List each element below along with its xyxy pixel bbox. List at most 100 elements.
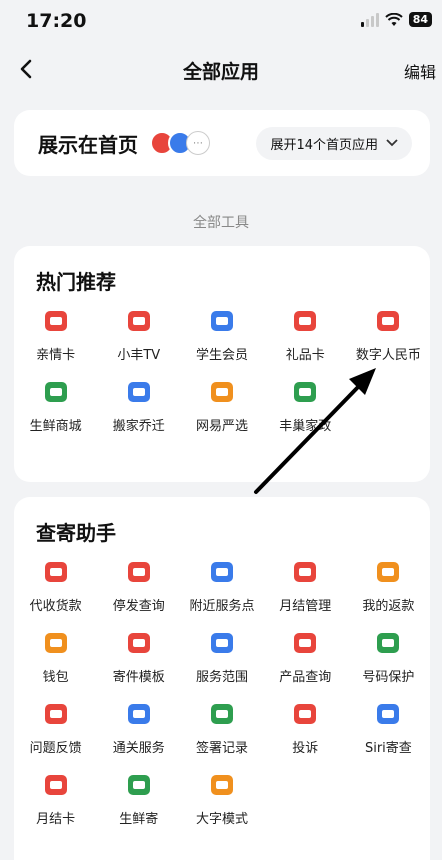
edit-button[interactable]: 编辑: [404, 59, 436, 83]
app-tile[interactable]: 问题反馈: [14, 699, 97, 756]
nearby-store-icon: [207, 557, 237, 587]
app-tile-label: 停发查询: [112, 599, 165, 614]
app-tile[interactable]: 附近服务点: [180, 557, 263, 614]
shopping-bag-icon: [207, 377, 237, 407]
app-tile-label: 生鲜寄: [119, 812, 159, 827]
digital-yuan-icon: [373, 306, 403, 336]
app-tile-label: 搬家乔迁: [112, 419, 165, 434]
hot-recommend-grid: 亲情卡 小丰TV 学生会员 礼品卡 数字人民币生鲜商城 搬家乔迁 网易严选 丰巢家政: [14, 306, 430, 434]
app-tile[interactable]: 我的返款: [347, 557, 430, 614]
homepage-app-preview: ⋯: [150, 131, 210, 155]
app-tile[interactable]: 通关服务: [97, 699, 180, 756]
expand-label: 展开14个首页应用: [270, 137, 378, 153]
fresh-send-icon: [124, 770, 154, 800]
card-icon: [41, 306, 71, 336]
app-tile-label: 产品查询: [279, 670, 332, 685]
delivery-helper-card: 查寄助手 代收货款 停发查询 附近服务点 月结管理 我的返款钱包 寄件模板 服务范围 产品查询…: [14, 497, 430, 860]
housekeeping-icon: [290, 377, 320, 407]
monthly-card-icon: [41, 770, 71, 800]
app-tile-label: 月结卡: [36, 812, 76, 827]
app-tile-label: 服务范围: [195, 670, 248, 685]
fresh-basket-icon: [41, 377, 71, 407]
hot-recommend-card: 热门推荐 亲情卡 小丰TV 学生会员 礼品卡 数字人民币生鲜商城 搬家乔迁 网易严选 丰巢家政: [14, 246, 430, 482]
complaint-icon: [290, 699, 320, 729]
shield-icon: [373, 628, 403, 658]
app-tile-label: 我的返款: [362, 599, 415, 614]
moving-truck-icon: [124, 377, 154, 407]
template-icon: [124, 628, 154, 658]
app-tile-label: 签署记录: [195, 741, 248, 756]
app-tile[interactable]: 月结管理: [264, 557, 347, 614]
app-tile[interactable]: 亲情卡: [14, 306, 97, 363]
app-tile[interactable]: 服务范围: [180, 628, 263, 685]
chevron-down-icon: [386, 139, 398, 147]
app-tile[interactable]: 寄件模板: [97, 628, 180, 685]
page-title: 全部应用: [182, 61, 259, 83]
delivery-helper-title: 查寄助手: [36, 521, 116, 545]
large-font-icon: [207, 770, 237, 800]
app-tile[interactable]: 学生会员: [180, 306, 263, 363]
app-tile[interactable]: 停发查询: [97, 557, 180, 614]
app-tile-label: 生鲜商城: [29, 419, 82, 434]
app-tile-label: 数字人民币: [355, 348, 421, 363]
app-tile-label: Siri寄查: [364, 741, 412, 756]
app-tile[interactable]: 产品查询: [264, 628, 347, 685]
app-tile-label: 小丰TV: [117, 348, 161, 363]
app-tile[interactable]: 生鲜寄: [97, 770, 180, 827]
app-tile[interactable]: 号码保护: [347, 628, 430, 685]
calendar-icon: [290, 557, 320, 587]
app-tile-label: 网易严选: [195, 419, 248, 434]
status-icons: 84: [360, 12, 432, 27]
app-tile-label: 代收货款: [29, 599, 82, 614]
app-tile-label: 问题反馈: [29, 741, 82, 756]
status-bar: 17:20 84: [0, 0, 442, 44]
sign-record-icon: [207, 699, 237, 729]
homepage-title: 展示在首页: [38, 132, 138, 157]
status-time: 17:20: [26, 10, 87, 32]
navigation-bar: 全部应用 编辑: [0, 44, 442, 94]
app-tile[interactable]: 月结卡: [14, 770, 97, 827]
feedback-icon: [41, 699, 71, 729]
expand-homepage-apps-button[interactable]: 展开14个首页应用: [256, 126, 412, 160]
app-tile[interactable]: 礼品卡: [264, 306, 347, 363]
app-tile[interactable]: 丰巢家政: [264, 377, 347, 434]
signal-icon: [360, 12, 379, 27]
app-tile-label: 月结管理: [279, 599, 332, 614]
app-tile-label: 学生会员: [195, 348, 248, 363]
app-tile-label: 礼品卡: [285, 348, 325, 363]
wifi-icon: [384, 12, 403, 26]
app-tile[interactable]: 大字模式: [180, 770, 263, 827]
microphone-icon: [373, 699, 403, 729]
app-tile[interactable]: 小丰TV: [97, 306, 180, 363]
app-tile[interactable]: Siri寄查: [347, 699, 430, 756]
app-tile-label: 寄件模板: [112, 670, 165, 685]
app-tile-label: 号码保护: [362, 670, 415, 685]
app-tile[interactable]: 投诉: [264, 699, 347, 756]
hot-recommend-title: 热门推荐: [36, 270, 116, 294]
app-tile-label: 大字模式: [195, 812, 248, 827]
app-tile[interactable]: 网易严选: [180, 377, 263, 434]
refund-icon: [373, 557, 403, 587]
app-tile[interactable]: 数字人民币: [347, 306, 430, 363]
coverage-icon: [207, 628, 237, 658]
graduation-cap-icon: [207, 306, 237, 336]
wallet-icon: [41, 628, 71, 658]
app-tile[interactable]: 签署记录: [180, 699, 263, 756]
app-tile[interactable]: 钱包: [14, 628, 97, 685]
all-tools-label: 全部工具: [193, 215, 249, 231]
app-tile[interactable]: 生鲜商城: [14, 377, 97, 434]
more-dots-icon: ⋯: [186, 131, 210, 155]
app-tile-label: 通关服务: [112, 741, 165, 756]
suspend-query-icon: [124, 557, 154, 587]
delivery-helper-grid: 代收货款 停发查询 附近服务点 月结管理 我的返款钱包 寄件模板 服务范围 产品查询 号码保护问…: [14, 557, 430, 827]
app-tile-label: 投诉: [292, 741, 319, 756]
gift-card-icon: [290, 306, 320, 336]
app-tile-label: 附近服务点: [189, 599, 255, 614]
app-tile-label: 亲情卡: [36, 348, 76, 363]
tv-icon: [124, 306, 154, 336]
customs-icon: [124, 699, 154, 729]
app-tile[interactable]: 代收货款: [14, 557, 97, 614]
homepage-apps-card: 展示在首页 ⋯ 展开14个首页应用: [14, 110, 430, 176]
app-tile[interactable]: 搬家乔迁: [97, 377, 180, 434]
app-tile-label: 钱包: [42, 670, 69, 685]
